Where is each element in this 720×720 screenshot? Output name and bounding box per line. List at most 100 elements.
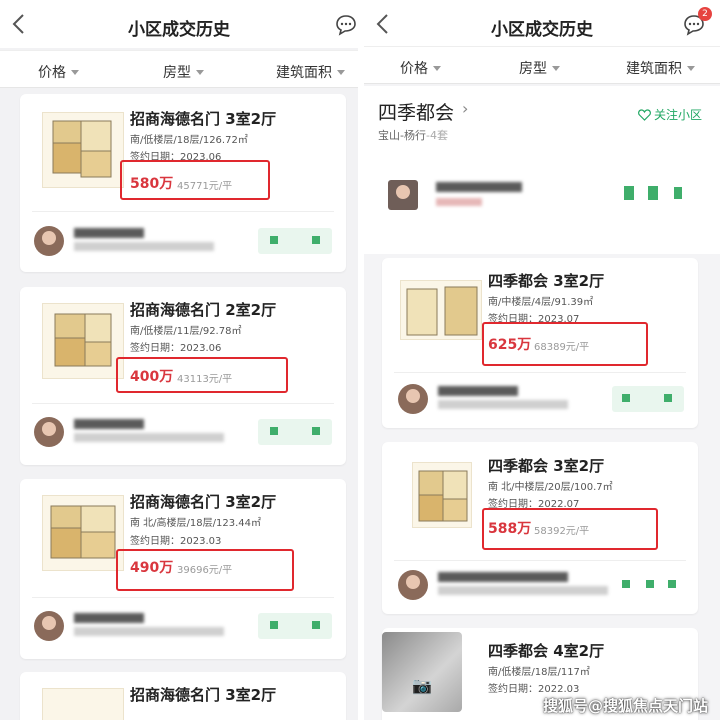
redacted-agent-info bbox=[436, 198, 482, 206]
listing-title: 四季都会 3室2厅 bbox=[488, 272, 605, 290]
contact-button[interactable] bbox=[612, 386, 684, 412]
community-name[interactable]: 四季都会 bbox=[378, 98, 454, 125]
agent-row bbox=[398, 566, 688, 606]
avatar bbox=[34, 611, 64, 641]
floor-plan-image bbox=[42, 112, 124, 188]
highlight-box bbox=[116, 549, 294, 591]
listing-title: 招商海德名门 3室2厅 bbox=[130, 493, 277, 511]
divider bbox=[32, 597, 334, 598]
avatar bbox=[34, 226, 64, 256]
avatar bbox=[34, 417, 64, 447]
follow-community-button[interactable]: 关注小区 bbox=[638, 106, 702, 123]
caret-down-icon bbox=[196, 70, 204, 75]
page-title: 小区成交历史 bbox=[128, 20, 230, 40]
listing-card[interactable]: 招商海德名门 3室2厅 南/低楼层/18层/126.72㎡ 签约日期：2023.… bbox=[20, 94, 346, 272]
redacted-agent-info bbox=[74, 627, 224, 636]
sign-date: 签约日期：2023.06 bbox=[130, 343, 222, 354]
listing-title: 招商海德名门 3室2厅 bbox=[130, 686, 277, 704]
floor-plan-image bbox=[42, 303, 124, 379]
listing-meta: 南/低楼层/18层/126.72㎡ bbox=[130, 135, 248, 146]
notification-badge: 2 bbox=[698, 7, 712, 21]
chevron-right-icon[interactable]: › bbox=[462, 99, 468, 118]
caret-down-icon bbox=[687, 66, 695, 71]
agent-row bbox=[34, 413, 334, 453]
caret-down-icon bbox=[71, 70, 79, 75]
agent-row bbox=[34, 222, 334, 262]
redacted-agent-info bbox=[438, 400, 568, 409]
redacted-agent-name bbox=[74, 613, 144, 623]
right-screenshot: 小区成交历史 2 价格 房型 建筑面积 四季都会 › 关注小区 宝山-杨行-4套… bbox=[364, 0, 720, 720]
redacted-agent-name bbox=[74, 419, 144, 429]
contact-button[interactable] bbox=[612, 572, 684, 598]
highlight-box bbox=[482, 322, 648, 366]
divider bbox=[32, 403, 334, 404]
sign-date: 签约日期：2023.03 bbox=[130, 536, 222, 547]
filter-price[interactable]: 价格 bbox=[38, 62, 79, 82]
listing-meta: 南 北/中楼层/20层/100.7㎡ bbox=[488, 482, 613, 493]
listing-title: 四季都会 3室2厅 bbox=[488, 457, 605, 475]
redacted-agent-info bbox=[74, 433, 224, 442]
agent-row bbox=[34, 607, 334, 647]
listing-title: 招商海德名门 2室2厅 bbox=[130, 301, 277, 319]
filter-area[interactable]: 建筑面积 bbox=[276, 62, 345, 82]
listing-photo: 📷 bbox=[382, 632, 462, 712]
avatar bbox=[398, 570, 428, 600]
chat-button[interactable]: 2 bbox=[682, 7, 712, 37]
filter-bar: 价格 房型 建筑面积 bbox=[0, 50, 358, 88]
redacted-agent-name bbox=[438, 572, 568, 582]
listing-card[interactable]: 四季都会 3室2厅 南/中楼层/4层/91.39㎡ 签约日期：2023.07 6… bbox=[382, 258, 698, 428]
listing-card[interactable]: 四季都会 3室2厅 南 北/中楼层/20层/100.7㎡ 签约日期：2022.0… bbox=[382, 442, 698, 614]
redacted-agent-info bbox=[74, 242, 214, 251]
listing-card[interactable]: 招商海德名门 3室2厅 南 北/高楼层/18层/123.44㎡ 签约日期：202… bbox=[20, 479, 346, 659]
divider bbox=[32, 211, 334, 212]
sign-date: 签约日期：2022.03 bbox=[488, 684, 580, 695]
chat-button[interactable] bbox=[334, 13, 358, 37]
redacted-agent-name bbox=[436, 182, 522, 192]
redacted-agent-info bbox=[438, 586, 608, 595]
listing-meta: 南/中楼层/4层/91.39㎡ bbox=[488, 297, 594, 308]
contact-button[interactable] bbox=[258, 419, 332, 445]
chat-bubble-icon bbox=[336, 15, 356, 36]
redacted-agent-name bbox=[74, 228, 144, 238]
contact-button[interactable] bbox=[258, 613, 332, 639]
listing-card[interactable]: 招商海德名门 3室2厅 bbox=[20, 672, 346, 720]
divider bbox=[394, 372, 686, 373]
listing-card[interactable]: 招商海德名门 2室2厅 南/低楼层/11层/92.78㎡ 签约日期：2023.0… bbox=[20, 287, 346, 465]
heart-outline-icon bbox=[638, 109, 651, 121]
highlight-box bbox=[120, 160, 270, 200]
divider bbox=[394, 560, 686, 561]
left-screenshot: 小区成交历史 价格 房型 建筑面积 招商海德名门 3室2厅 南/低楼层/18层/… bbox=[0, 0, 358, 720]
camera-icon: 📷 bbox=[412, 676, 432, 695]
floor-plan-image bbox=[42, 688, 124, 720]
caret-down-icon bbox=[337, 70, 345, 75]
listing-title: 招商海德名门 3室2厅 bbox=[130, 110, 277, 128]
contact-button[interactable] bbox=[258, 228, 332, 254]
redacted-agent-name bbox=[438, 386, 518, 396]
page-title: 小区成交历史 bbox=[491, 20, 593, 40]
filter-layout[interactable]: 房型 bbox=[163, 62, 204, 82]
listing-meta: 南/低楼层/18层/117㎡ bbox=[488, 667, 590, 678]
floor-plan-image bbox=[400, 280, 482, 340]
filter-bar: 价格 房型 建筑面积 bbox=[364, 46, 720, 84]
watermark: 搜狐号@搜狐焦点天门站 bbox=[542, 697, 708, 715]
caret-down-icon bbox=[552, 66, 560, 71]
listing-meta: 南 北/高楼层/18层/123.44㎡ bbox=[130, 518, 262, 529]
listing-meta: 南/低楼层/11层/92.78㎡ bbox=[130, 326, 242, 337]
filter-area[interactable]: 建筑面积 bbox=[626, 58, 695, 78]
highlight-box bbox=[116, 357, 288, 393]
community-subinfo: 宝山-杨行-4套 bbox=[378, 129, 448, 142]
agent-row bbox=[398, 380, 688, 420]
avatar bbox=[388, 180, 418, 210]
highlight-box bbox=[482, 508, 658, 550]
filter-layout[interactable]: 房型 bbox=[519, 58, 560, 78]
filter-price[interactable]: 价格 bbox=[400, 58, 441, 78]
avatar bbox=[398, 384, 428, 414]
top-bar: 小区成交历史 bbox=[0, 0, 358, 48]
floor-plan-image bbox=[42, 495, 124, 571]
listing-title: 四季都会 4室2厅 bbox=[488, 642, 605, 660]
floor-plan-image bbox=[412, 462, 472, 528]
top-bar: 小区成交历史 2 bbox=[364, 0, 720, 48]
caret-down-icon bbox=[433, 66, 441, 71]
agent-row bbox=[388, 176, 698, 216]
contact-button[interactable] bbox=[614, 180, 694, 206]
